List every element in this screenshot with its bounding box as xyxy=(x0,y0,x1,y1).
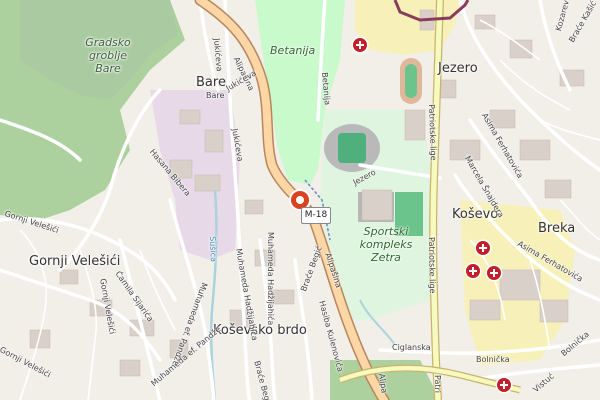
place-label-breka: Breka xyxy=(538,221,576,236)
hospital-icon[interactable] xyxy=(353,38,367,52)
place-label-kosevo: Koševo xyxy=(452,207,499,222)
street-label: Jukićeva xyxy=(212,37,224,72)
street-label: Alipa xyxy=(377,372,389,394)
place-label-bare: Bare xyxy=(196,75,226,90)
map-view[interactable]: Bare Jezero Koševo Breka Gornji Velešići… xyxy=(0,0,600,400)
hospital-icon[interactable] xyxy=(466,264,480,278)
hospital-icon[interactable] xyxy=(476,241,490,255)
street-label: Patriotske lige xyxy=(427,103,438,161)
hospital-icon[interactable] xyxy=(497,378,511,392)
street-label: Muhameda Hadžijahića xyxy=(266,232,275,326)
route-shield-m18: M-18 xyxy=(301,207,331,224)
cemetery-label: Gradsko groblje Bare xyxy=(85,36,131,76)
street-label: Ciglanska xyxy=(392,343,431,352)
street-label: Bare xyxy=(206,91,225,100)
street-label: Patri xyxy=(433,375,442,394)
street-label: Bolnička xyxy=(476,355,510,364)
place-label-kosevsko-brdo: Koševsko brdo xyxy=(213,323,307,338)
park-label-betanija: Betanija xyxy=(270,44,316,57)
street-label: Patriotske lige xyxy=(427,236,437,294)
stadium-pitch xyxy=(338,133,366,163)
street-label: Betanija xyxy=(320,71,332,106)
place-label-jezero: Jezero xyxy=(438,61,478,76)
hospital-icon[interactable] xyxy=(487,266,501,280)
place-label-gornji-velesici: Gornji Velešići xyxy=(29,254,121,269)
park-label-sportski-kompleks: Sportski kompleks Zetra xyxy=(359,225,413,265)
street-label: Sušica xyxy=(208,235,218,263)
